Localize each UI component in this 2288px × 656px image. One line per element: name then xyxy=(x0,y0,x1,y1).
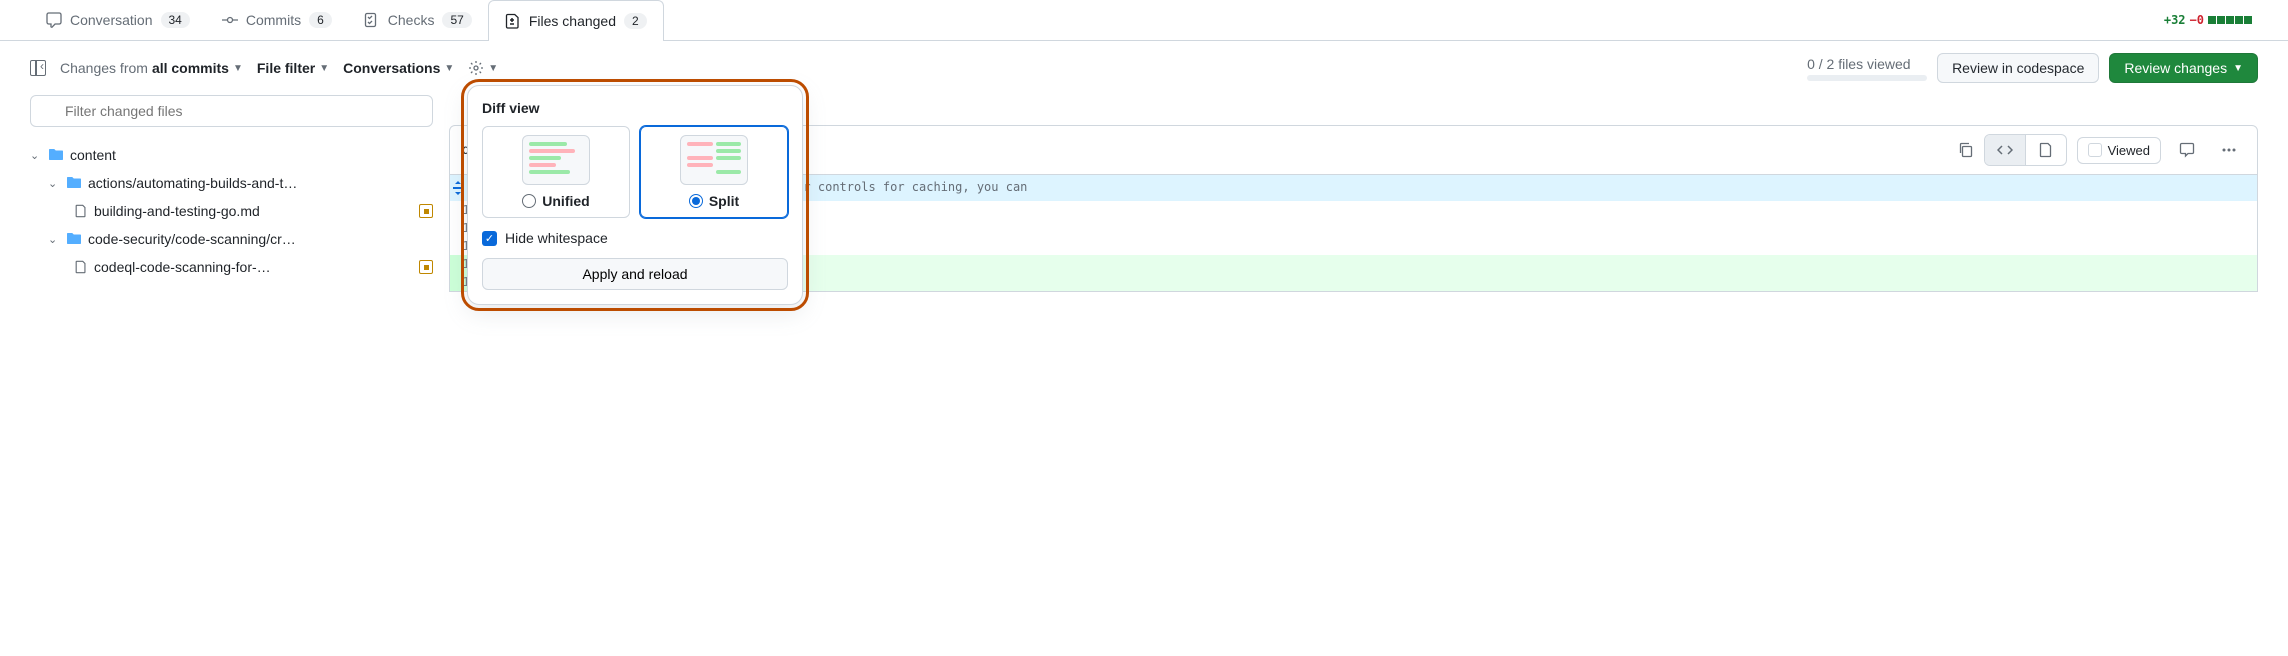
modified-badge xyxy=(419,260,433,274)
chevron-down-icon: ⌄ xyxy=(48,233,60,246)
diff-settings-popover: Diff view Unified xyxy=(467,85,803,305)
viewed-checkbox xyxy=(2088,143,2102,157)
file-icon xyxy=(74,260,88,274)
diff-settings-button[interactable]: ▼ xyxy=(468,60,498,76)
file-filter-dropdown[interactable]: File filter ▼ xyxy=(257,60,329,76)
caret-down-icon: ▼ xyxy=(444,63,454,74)
tree-label: codeql-code-scanning-for-… xyxy=(94,259,413,275)
tab-files-changed[interactable]: Files changed 2 xyxy=(488,0,664,41)
comment-icon xyxy=(46,12,62,28)
files-viewed-status: 0 / 2 files viewed xyxy=(1807,56,1927,81)
tab-label: Files changed xyxy=(529,13,616,29)
tab-count: 34 xyxy=(161,12,190,28)
tab-label: Conversation xyxy=(70,12,153,28)
tree-folder[interactable]: ⌄ actions/automating-builds-and-t… xyxy=(30,169,433,197)
diff-view-unified-option[interactable]: Unified xyxy=(482,126,630,218)
tree-file[interactable]: codeql-code-scanning-for-… xyxy=(30,253,433,281)
tab-count: 6 xyxy=(309,12,332,28)
tab-count: 57 xyxy=(442,12,471,28)
file-tree: ⌄ content ⌄ actions/automating-builds-an… xyxy=(30,141,433,281)
radio-checked xyxy=(689,194,703,208)
toggle-file-tree-button[interactable] xyxy=(30,60,46,76)
tab-conversation[interactable]: Conversation 34 xyxy=(30,0,206,40)
tree-label: code-security/code-scanning/cr… xyxy=(88,231,433,247)
conversations-dropdown[interactable]: Conversations ▼ xyxy=(343,60,454,76)
diff-toolbar: Changes from all commits ▼ File filter ▼… xyxy=(0,41,2288,95)
radio-unchecked xyxy=(522,194,536,208)
source-view-button[interactable] xyxy=(1985,135,2026,165)
caret-down-icon: ▼ xyxy=(2233,63,2243,74)
deletions-count: −0 xyxy=(2190,13,2204,27)
tab-count: 2 xyxy=(624,13,647,29)
caret-down-icon: ▼ xyxy=(488,63,498,74)
files-viewed-progress xyxy=(1807,75,1927,81)
diff-view-split-option[interactable]: Split xyxy=(640,126,788,218)
code-icon xyxy=(1997,142,2013,158)
file-tree-sidebar: ⌄ content ⌄ actions/automating-builds-an… xyxy=(30,95,433,292)
comment-icon xyxy=(2179,142,2195,158)
modified-badge xyxy=(419,204,433,218)
file-icon xyxy=(2038,142,2054,158)
folder-icon xyxy=(66,231,82,247)
gear-icon xyxy=(468,60,484,76)
tree-label: content xyxy=(70,147,433,163)
tree-file[interactable]: building-and-testing-go.md xyxy=(30,197,433,225)
tab-checks[interactable]: Checks 57 xyxy=(348,0,488,40)
hide-whitespace-checkbox[interactable]: ✓ Hide whitespace xyxy=(482,230,788,246)
tree-folder[interactable]: ⌄ content xyxy=(30,141,433,169)
filter-files-input[interactable] xyxy=(30,95,433,127)
folder-icon xyxy=(66,175,82,191)
pr-tabs: Conversation 34 Commits 6 Checks 57 File… xyxy=(0,0,2288,41)
checklist-icon xyxy=(364,12,380,28)
diff-squares xyxy=(2208,16,2252,24)
main-content: ⌄ content ⌄ actions/automating-builds-an… xyxy=(0,95,2288,292)
comment-button[interactable] xyxy=(2171,135,2203,165)
additions-count: +32 xyxy=(2164,13,2186,27)
unified-preview xyxy=(522,135,590,185)
diff-stats: +32 −0 xyxy=(2164,13,2258,27)
changes-from-dropdown[interactable]: Changes from all commits ▼ xyxy=(60,60,243,76)
checkbox-checked-icon: ✓ xyxy=(482,231,497,246)
copy-icon xyxy=(1958,142,1974,158)
unfold-icon xyxy=(450,180,466,196)
file-icon xyxy=(74,204,88,218)
review-in-codespace-button[interactable]: Review in codespace xyxy=(1937,53,2099,83)
tree-folder[interactable]: ⌄ code-security/code-scanning/cr… xyxy=(30,225,433,253)
kebab-icon xyxy=(2221,142,2237,158)
tab-label: Commits xyxy=(246,12,301,28)
chevron-down-icon: ⌄ xyxy=(30,149,42,162)
display-mode-group xyxy=(1984,134,2067,166)
sidebar-toggle-icon xyxy=(30,60,46,76)
folder-icon xyxy=(48,147,64,163)
caret-down-icon: ▼ xyxy=(319,63,329,74)
copy-path-button[interactable] xyxy=(1958,142,1974,158)
commit-icon xyxy=(222,12,238,28)
file-diff-icon xyxy=(505,13,521,29)
viewed-toggle[interactable]: Viewed xyxy=(2077,137,2161,164)
popover-title: Diff view xyxy=(482,100,788,116)
split-preview xyxy=(680,135,748,185)
rendered-view-button[interactable] xyxy=(2026,135,2066,165)
tree-label: actions/automating-builds-and-t… xyxy=(88,175,433,191)
tab-label: Checks xyxy=(388,12,435,28)
caret-down-icon: ▼ xyxy=(233,63,243,74)
apply-and-reload-button[interactable]: Apply and reload xyxy=(482,258,788,290)
chevron-down-icon: ⌄ xyxy=(48,177,60,190)
tab-commits[interactable]: Commits 6 xyxy=(206,0,348,40)
review-changes-button[interactable]: Review changes ▼ xyxy=(2109,53,2258,83)
tree-label: building-and-testing-go.md xyxy=(94,203,413,219)
file-menu-button[interactable] xyxy=(2213,135,2245,165)
